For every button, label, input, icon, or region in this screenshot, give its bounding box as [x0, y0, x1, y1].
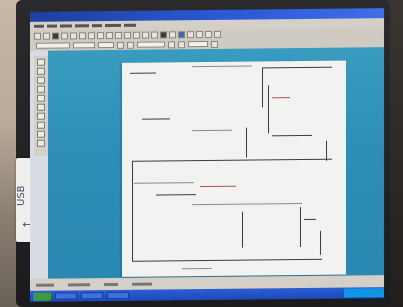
tool-icon[interactable] [205, 30, 212, 38]
drawing-sheet[interactable] [122, 60, 346, 277]
drawing-line [262, 67, 263, 108]
scale-dropdown[interactable] [188, 40, 208, 48]
menu-item[interactable] [60, 24, 72, 28]
tool-icon[interactable] [127, 41, 134, 49]
taskbar-button[interactable] [55, 292, 77, 300]
drawing-line [130, 72, 156, 74]
tool-icon[interactable] [211, 40, 218, 48]
paste-icon[interactable] [88, 31, 95, 39]
tool-icon[interactable] [187, 30, 194, 38]
move-tool-icon[interactable] [37, 121, 45, 129]
drawing-line [132, 258, 322, 262]
tool-icon[interactable] [117, 41, 124, 49]
copy-icon[interactable] [79, 31, 86, 39]
drawing-line [304, 218, 316, 220]
drawing-line [242, 211, 243, 248]
menu-item[interactable] [124, 23, 136, 27]
tool-icon[interactable] [160, 30, 167, 38]
drawing-line [132, 160, 133, 261]
drawing-line [272, 97, 290, 99]
rectangle-tool-icon[interactable] [37, 76, 45, 84]
status-field [132, 282, 152, 286]
drawing-line [192, 203, 302, 206]
tool-icon[interactable] [142, 31, 149, 39]
hatch-tool-icon[interactable] [37, 139, 45, 147]
tool-icon[interactable] [133, 31, 140, 39]
text-tool-icon[interactable] [37, 103, 45, 111]
erase-tool-icon[interactable] [37, 130, 45, 138]
menu-item[interactable] [105, 23, 121, 28]
circle-tool-icon[interactable] [37, 85, 45, 93]
dimension-tool-icon[interactable] [37, 112, 45, 120]
print-icon[interactable] [61, 31, 68, 40]
line-tool-icon[interactable] [37, 67, 45, 75]
tool-icon[interactable] [214, 30, 221, 38]
cut-icon[interactable] [70, 31, 77, 39]
drawing-line [192, 129, 232, 132]
photo-of-monitor: USB ← [0, 0, 403, 307]
size-dropdown[interactable] [98, 41, 114, 49]
tool-icon[interactable] [115, 31, 122, 39]
drawing-line [300, 207, 301, 248]
menu-item[interactable] [75, 24, 89, 28]
drawing-line [268, 85, 269, 134]
drawing-line [156, 194, 196, 196]
tool-icon[interactable] [124, 31, 131, 39]
save-icon[interactable] [52, 32, 59, 40]
drawing-line [262, 66, 332, 69]
taskbar-button[interactable] [107, 291, 129, 300]
font-dropdown[interactable] [137, 41, 165, 48]
arc-tool-icon[interactable] [37, 94, 45, 102]
status-field [36, 283, 54, 287]
menu-item[interactable] [34, 24, 44, 28]
tool-icon[interactable] [196, 30, 203, 38]
drawing-line [246, 127, 247, 158]
redo-icon[interactable] [106, 31, 113, 39]
drawing-line [132, 158, 332, 162]
tool-icon[interactable] [151, 31, 158, 39]
drawing-line [272, 134, 312, 137]
status-field [104, 282, 118, 286]
menu-item[interactable] [47, 24, 57, 28]
monitor-screen [30, 8, 384, 302]
drawing-line [134, 182, 194, 184]
drawing-line [200, 185, 236, 188]
tool-icon[interactable] [168, 40, 175, 48]
zoom-icon[interactable] [178, 30, 185, 38]
undo-icon[interactable] [97, 31, 104, 39]
status-field [68, 282, 90, 286]
start-icon[interactable] [33, 292, 51, 301]
new-file-icon[interactable] [34, 32, 41, 40]
drawing-line [182, 267, 212, 270]
open-file-icon[interactable] [43, 32, 50, 40]
layer-dropdown[interactable] [36, 42, 70, 49]
tool-icon[interactable] [178, 40, 185, 48]
tool-icon[interactable] [169, 30, 176, 38]
style-dropdown[interactable] [73, 42, 95, 49]
taskbar-button[interactable] [81, 292, 103, 300]
system-tray [344, 288, 384, 298]
menu-item[interactable] [92, 24, 102, 28]
drawing-line [192, 65, 252, 68]
drawing-line [320, 230, 321, 255]
select-tool-icon[interactable] [37, 58, 45, 66]
tool-palette [34, 55, 48, 156]
drawing-line [142, 118, 170, 120]
